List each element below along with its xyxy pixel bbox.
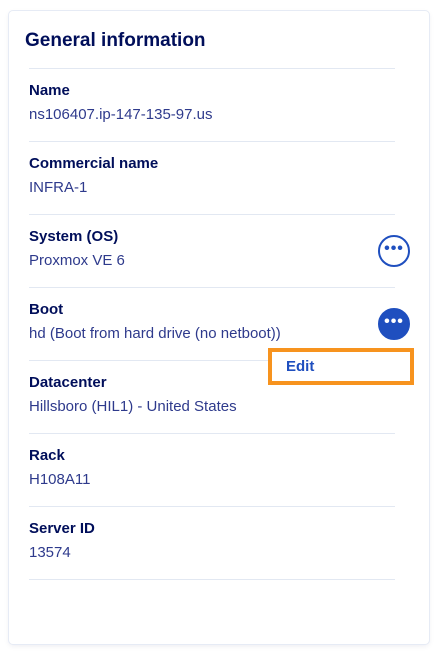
field-value-name: ns106407.ip-147-135-97.us <box>29 106 213 123</box>
field-label-name: Name <box>29 82 70 99</box>
field-value-system-os: Proxmox VE 6 <box>29 252 125 269</box>
field-label-datacenter: Datacenter <box>29 374 107 391</box>
field-value-server-id: 13574 <box>29 544 71 561</box>
field-label-server-id: Server ID <box>29 520 95 537</box>
field-label-system-os: System (OS) <box>29 228 119 245</box>
card-title: General information <box>25 30 206 51</box>
boot-options-dropdown: Edit <box>268 348 414 385</box>
more-options-icon: ••• <box>384 313 404 330</box>
field-value-rack: H108A11 <box>29 471 91 488</box>
edit-menu-item[interactable]: Edit <box>286 358 314 375</box>
field-label-boot: Boot <box>29 301 64 318</box>
divider <box>29 214 395 215</box>
divider <box>29 141 395 142</box>
field-value-datacenter: Hillsboro (HIL1) - United States <box>29 398 237 415</box>
more-options-icon: ••• <box>384 240 404 257</box>
field-value-boot: hd (Boot from hard drive (no netboot)) <box>29 325 281 342</box>
field-label-rack: Rack <box>29 447 65 464</box>
divider <box>29 506 395 507</box>
general-information-card: General information Name ns106407.ip-147… <box>9 11 429 644</box>
field-value-commercial-name: INFRA-1 <box>29 179 88 196</box>
boot-more-options-button[interactable]: ••• <box>378 308 410 340</box>
os-more-options-button[interactable]: ••• <box>378 235 410 267</box>
divider <box>29 433 395 434</box>
divider <box>29 579 395 580</box>
field-label-commercial-name: Commercial name <box>29 155 159 172</box>
divider <box>29 287 395 288</box>
divider <box>29 68 395 69</box>
